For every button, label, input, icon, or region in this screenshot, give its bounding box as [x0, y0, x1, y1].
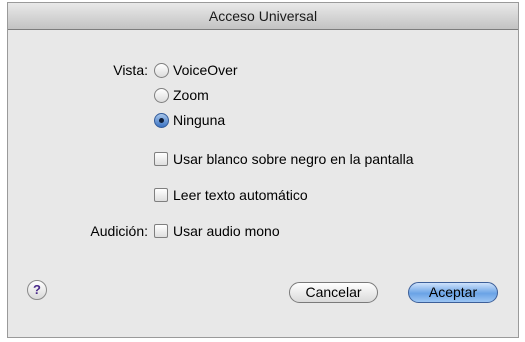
radio-button-icon[interactable] — [154, 87, 169, 103]
help-button[interactable]: ? — [27, 280, 47, 300]
radio-ninguna-label: Ninguna — [173, 112, 226, 128]
checkbox-icon[interactable] — [154, 152, 168, 166]
checkbox-white-on-black[interactable]: Usar blanco sobre negro en la pantalla — [154, 151, 414, 167]
radio-voiceover[interactable]: VoiceOver — [154, 62, 238, 78]
radio-zoom[interactable]: Zoom — [154, 87, 209, 103]
checkbox-read-text-label: Leer texto automático — [173, 187, 308, 203]
window-title: Acceso Universal — [8, 3, 518, 30]
ok-button[interactable]: Aceptar — [408, 282, 498, 303]
radio-button-selected-icon[interactable] — [154, 112, 169, 128]
vista-label: Vista: — [113, 62, 148, 78]
radio-ninguna[interactable]: Ninguna — [154, 112, 225, 128]
cancel-button[interactable]: Cancelar — [289, 282, 378, 303]
radio-voiceover-label: VoiceOver — [173, 62, 238, 78]
radio-button-icon[interactable] — [154, 62, 169, 78]
checkbox-read-text[interactable]: Leer texto automático — [154, 187, 308, 203]
radio-zoom-label: Zoom — [173, 87, 209, 103]
accessibility-dialog: Acceso Universal Vista: VoiceOver Zoom N… — [7, 2, 519, 338]
checkbox-icon[interactable] — [154, 188, 168, 202]
checkbox-white-on-black-label: Usar blanco sobre negro en la pantalla — [173, 151, 414, 167]
checkbox-icon[interactable] — [154, 224, 168, 238]
checkbox-mono-audio[interactable]: Usar audio mono — [154, 223, 280, 239]
checkbox-mono-audio-label: Usar audio mono — [173, 223, 280, 239]
audicion-label: Audición: — [90, 223, 148, 239]
